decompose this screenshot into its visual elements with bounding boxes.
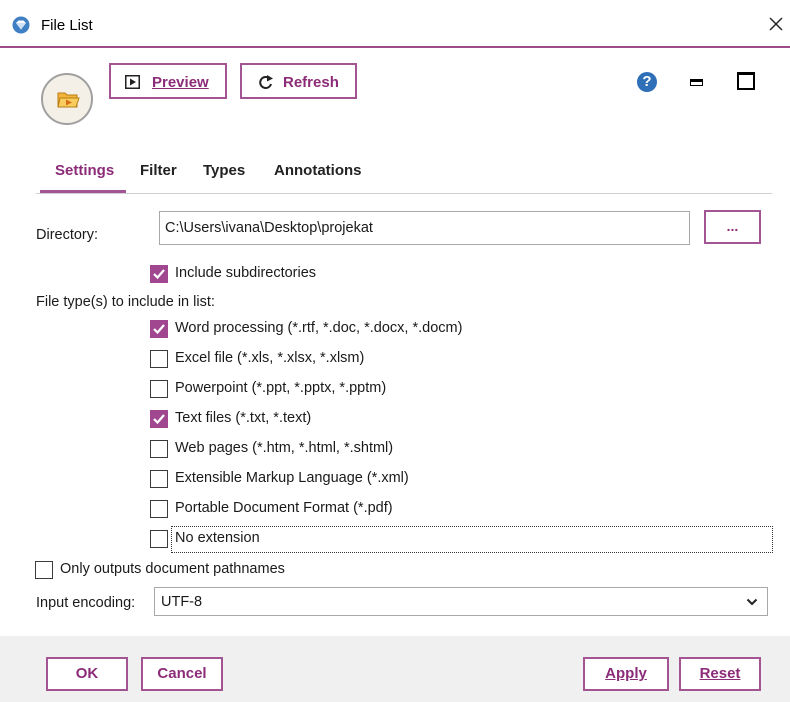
- tab-settings[interactable]: Settings: [40, 162, 126, 193]
- preview-button[interactable]: Preview: [109, 63, 227, 99]
- help-icon[interactable]: ?: [637, 72, 657, 92]
- window-title: File List: [41, 17, 93, 34]
- input-encoding-select[interactable]: UTF-8: [154, 587, 768, 616]
- tab-filter[interactable]: Filter: [140, 162, 177, 193]
- refresh-icon: [259, 75, 273, 89]
- tab-types[interactable]: Types: [203, 162, 245, 193]
- checkbox-box: [150, 380, 168, 398]
- file-type-label: No extension: [175, 530, 260, 546]
- checkbox-box: [150, 265, 168, 283]
- file-list-node-icon: [41, 73, 93, 125]
- checkbox-box: [150, 440, 168, 458]
- checkbox-box: [150, 530, 168, 548]
- cancel-button[interactable]: Cancel: [141, 657, 223, 691]
- directory-label: Directory:: [36, 227, 99, 243]
- tab-annotations[interactable]: Annotations: [274, 162, 362, 193]
- folder-icon: [57, 92, 80, 108]
- refresh-label: Refresh: [283, 74, 339, 91]
- file-types-label: File type(s) to include in list:: [36, 294, 215, 310]
- include-subdirectories-label: Include subdirectories: [175, 265, 317, 281]
- file-type-label: Extensible Markup Language (*.xml): [175, 470, 409, 486]
- file-type-label: Excel file (*.xls, *.xlsx, *.xlsm): [175, 350, 365, 366]
- close-icon[interactable]: [766, 14, 786, 34]
- title-bar: File List: [0, 0, 790, 48]
- tab-bar: Settings Filter Types Annotations: [36, 152, 772, 194]
- chevron-down-icon: [746, 598, 758, 606]
- preview-label: Preview: [152, 74, 209, 91]
- browse-button[interactable]: ...: [704, 210, 761, 244]
- file-type-label: Text files (*.txt, *.text): [175, 410, 312, 426]
- refresh-button[interactable]: Refresh: [240, 63, 357, 99]
- checkbox-box: [150, 350, 168, 368]
- checkbox-box: [150, 470, 168, 488]
- app-gem-icon: [12, 16, 30, 34]
- checkbox-box: [35, 561, 53, 579]
- apply-button[interactable]: Apply: [583, 657, 669, 691]
- directory-input[interactable]: C:\Users\ivana\Desktop\projekat: [159, 211, 690, 245]
- input-encoding-label: Input encoding:: [36, 595, 136, 611]
- reset-button[interactable]: Reset: [679, 657, 761, 691]
- input-encoding-value: UTF-8: [161, 594, 203, 610]
- checkbox-box: [150, 320, 168, 338]
- checkbox-box: [150, 500, 168, 518]
- file-type-label: Powerpoint (*.ppt, *.pptx, *.pptm): [175, 380, 387, 396]
- focus-outline: [171, 526, 773, 553]
- only-pathnames-label: Only outputs document pathnames: [60, 561, 285, 577]
- file-type-label: Web pages (*.htm, *.html, *.shtml): [175, 440, 394, 456]
- minimize-icon[interactable]: [690, 75, 704, 89]
- file-type-label: Word processing (*.rtf, *.doc, *.docx, *…: [175, 320, 463, 336]
- maximize-icon[interactable]: [737, 72, 755, 90]
- ok-button[interactable]: OK: [46, 657, 128, 691]
- checkbox-box: [150, 410, 168, 428]
- play-icon: [125, 75, 140, 89]
- file-type-label: Portable Document Format (*.pdf): [175, 500, 393, 516]
